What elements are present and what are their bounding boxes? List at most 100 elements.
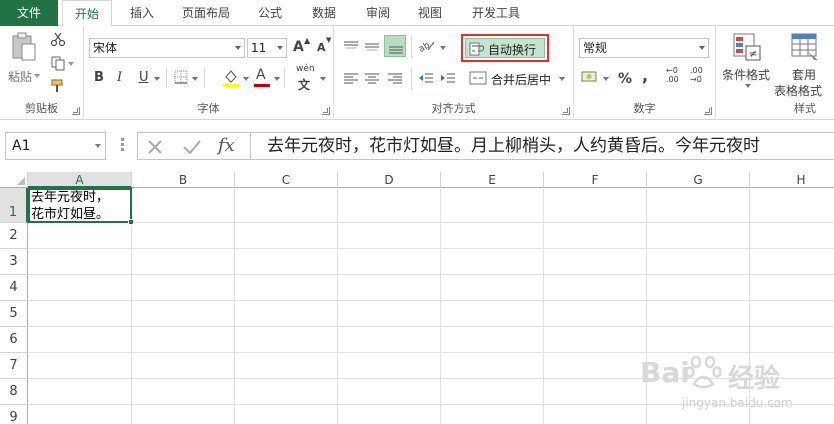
shrink-font-arrow-icon: ▼ [326, 36, 332, 44]
group-styles: ≠ 条件格式 套用 表格格式 样式 [716, 26, 834, 120]
grow-font-button[interactable]: A [293, 39, 304, 55]
chevron-down-icon [192, 77, 198, 81]
paste-label: 粘贴 [8, 70, 33, 84]
shrink-font-button[interactable]: A [317, 41, 326, 54]
tab-page-layout[interactable]: 页面布局 [178, 0, 234, 26]
conditional-format-button[interactable]: ≠ 条件格式 [720, 30, 776, 96]
underline-button[interactable]: U [139, 70, 149, 85]
format-as-table-label-1: 套用 [792, 68, 817, 82]
column-header[interactable]: A [28, 172, 132, 188]
align-right-icon[interactable] [387, 72, 403, 86]
number-launcher-icon[interactable] [704, 107, 712, 115]
column-header[interactable]: D [338, 172, 441, 188]
row-header[interactable]: 7 [0, 353, 28, 379]
number-format-value: 常规 [583, 41, 608, 55]
column-header[interactable]: H [750, 172, 834, 188]
clipboard-launcher-icon[interactable] [72, 107, 80, 115]
cut-icon[interactable] [50, 31, 66, 47]
conditional-format-label: 条件格式 [722, 68, 771, 82]
group-label-number: 数字 [633, 102, 656, 115]
tab-insert[interactable]: 插入 [126, 0, 158, 26]
paste-button[interactable]: 粘贴 [6, 30, 42, 92]
increase-decimal-button[interactable]: ←0 .00 [666, 66, 684, 84]
align-bottom-icon [389, 46, 403, 54]
column-header[interactable]: G [647, 172, 750, 188]
align-middle-icon[interactable] [364, 40, 380, 54]
tab-data[interactable]: 数据 [308, 0, 340, 26]
formula-buttons: fx [137, 132, 250, 160]
cancel-icon[interactable] [146, 138, 164, 156]
row-header[interactable]: 9 [0, 405, 28, 424]
select-all-button[interactable] [0, 172, 28, 188]
alignment-launcher-icon[interactable] [562, 107, 570, 115]
phonetic-button[interactable]: wén [296, 64, 315, 74]
row-header[interactable]: 5 [0, 301, 28, 327]
tab-home[interactable]: 开始 [62, 0, 112, 27]
italic-button[interactable]: I [117, 70, 122, 85]
tab-formulas[interactable]: 公式 [254, 0, 286, 26]
comma-button[interactable]: , [642, 66, 648, 85]
orientation-icon[interactable]: ab [418, 38, 436, 54]
merge-center-icon [469, 71, 487, 85]
chevron-down-icon [243, 77, 249, 81]
align-left-icon[interactable] [343, 72, 359, 86]
accounting-format-icon[interactable] [581, 70, 599, 84]
format-painter-icon[interactable] [50, 78, 66, 94]
percent-button[interactable]: % [618, 71, 632, 87]
increase-indent-icon[interactable] [440, 72, 456, 86]
decrease-indent-icon[interactable] [418, 72, 434, 86]
font-size-select[interactable]: 11 [247, 38, 287, 58]
bold-button[interactable]: B [94, 70, 104, 85]
row-header[interactable]: 6 [0, 327, 28, 353]
align-top-icon[interactable] [343, 40, 359, 54]
tab-developer[interactable]: 开发工具 [468, 0, 524, 26]
group-alignment: ab 自动换行 合并后居中 对齐方式 [334, 26, 574, 120]
font-name-select[interactable]: 宋体 [89, 38, 245, 58]
ribbon: 粘贴 剪贴板 宋体 11 A ▲ A ▼ B I U A wén 文 字体 ab… [0, 26, 834, 120]
row-header[interactable]: 4 [0, 275, 28, 301]
active-cell-border [28, 188, 134, 225]
wrap-text-button[interactable]: 自动换行 [465, 38, 545, 58]
column-header[interactable]: F [544, 172, 647, 188]
drag-handle-icon[interactable] [121, 138, 124, 141]
group-label-font: 字体 [197, 102, 220, 115]
row-header[interactable]: 8 [0, 379, 28, 405]
wrap-text-icon [469, 42, 485, 56]
chevron-down-icon [559, 77, 565, 81]
merge-center-button[interactable]: 合并后居中 [467, 68, 567, 90]
enter-icon[interactable] [182, 138, 202, 156]
watermark-url: jingyan.baidu.com [682, 396, 793, 410]
row-header[interactable]: 2 [0, 223, 28, 249]
chevron-down-icon [320, 77, 326, 81]
row-header[interactable]: 1 [0, 188, 28, 223]
chevron-down-icon [603, 77, 609, 81]
font-color-button[interactable]: A [256, 67, 266, 83]
chevron-down-icon [745, 84, 751, 88]
chevron-down-icon [274, 39, 286, 57]
tab-file[interactable]: 文件 [0, 0, 58, 26]
paste-icon [12, 32, 36, 61]
formula-input[interactable]: 去年元夜时，花市灯如昼。月上柳梢头，人约黄昏后。今年元夜时 [250, 132, 834, 160]
align-center-icon[interactable] [364, 72, 380, 86]
decrease-decimal-button[interactable]: .00 →0 [690, 66, 708, 84]
font-launcher-icon[interactable] [322, 107, 330, 115]
align-bottom-button[interactable] [384, 35, 406, 57]
borders-icon[interactable] [174, 70, 188, 84]
column-header[interactable]: E [441, 172, 544, 188]
row-header[interactable]: 3 [0, 249, 28, 275]
chevron-down-icon [232, 39, 244, 57]
name-box[interactable]: A1 [5, 132, 106, 160]
format-as-table-button[interactable]: 套用 表格格式 [774, 30, 834, 98]
svg-text:≠: ≠ [749, 49, 757, 60]
fill-color-icon[interactable] [222, 68, 240, 88]
tab-view[interactable]: 视图 [414, 0, 446, 26]
column-header[interactable]: B [132, 172, 235, 188]
fill-handle[interactable] [128, 219, 134, 225]
chevron-down-icon [68, 62, 74, 66]
tab-review[interactable]: 审阅 [362, 0, 394, 26]
column-header[interactable]: C [235, 172, 338, 188]
number-format-select[interactable]: 常规 [579, 38, 709, 58]
copy-icon[interactable] [50, 55, 66, 71]
insert-function-button[interactable]: fx [218, 135, 235, 156]
baidu-paw-logo [685, 355, 722, 389]
